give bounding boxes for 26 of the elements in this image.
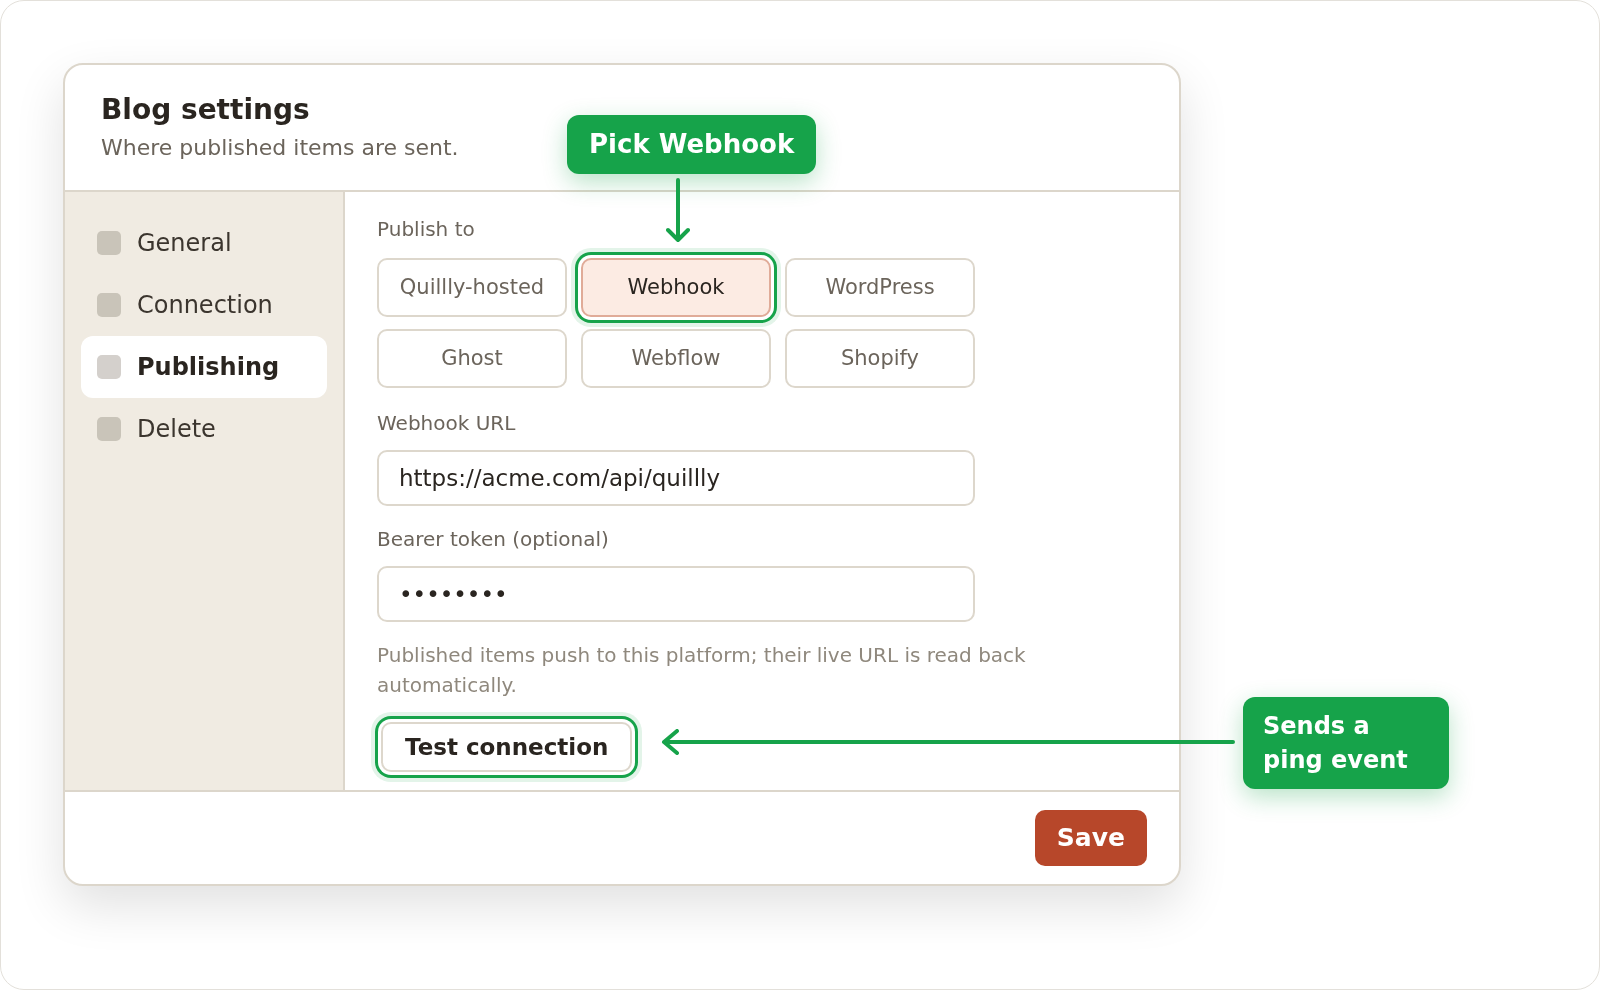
platform-option[interactable]: Shopify xyxy=(785,329,975,388)
sidebar-item[interactable]: Publishing xyxy=(81,336,327,398)
field-label: Publish to xyxy=(377,216,476,243)
save-button[interactable]: Save xyxy=(1034,810,1147,866)
input-field[interactable]: •••••••• xyxy=(377,566,975,622)
field-label: Bearer token (optional) xyxy=(377,526,610,553)
sidebar-item[interactable]: Delete xyxy=(81,398,327,460)
sidebar-item[interactable]: Connection xyxy=(81,274,327,336)
field-label: Webhook URL xyxy=(377,410,517,437)
platform-option[interactable]: WordPress xyxy=(785,258,975,317)
dialog-subtitle: Where published items are sent. xyxy=(101,134,459,162)
checkbox-icon xyxy=(97,355,121,379)
checkbox-icon xyxy=(97,417,121,441)
help-text: Published items push to this platform; their live URL is read back automatically. xyxy=(377,642,1027,699)
platform-option[interactable]: Webflow xyxy=(581,329,771,388)
checkbox-icon xyxy=(97,231,121,255)
sidebar-item[interactable]: General xyxy=(81,212,327,274)
callout-label: Sends a ping event xyxy=(1243,697,1449,789)
dialog-title: Blog settings xyxy=(101,92,311,128)
arrow-icon xyxy=(666,178,690,244)
arrow-icon xyxy=(661,729,1235,755)
checkbox-icon xyxy=(97,293,121,317)
platform-option[interactable]: Quillly-hosted xyxy=(377,258,567,317)
platform-option[interactable]: Ghost xyxy=(377,329,567,388)
callout-label: Pick Webhook xyxy=(567,115,817,174)
input-field[interactable]: https://acme.com/api/quillly xyxy=(377,450,975,506)
